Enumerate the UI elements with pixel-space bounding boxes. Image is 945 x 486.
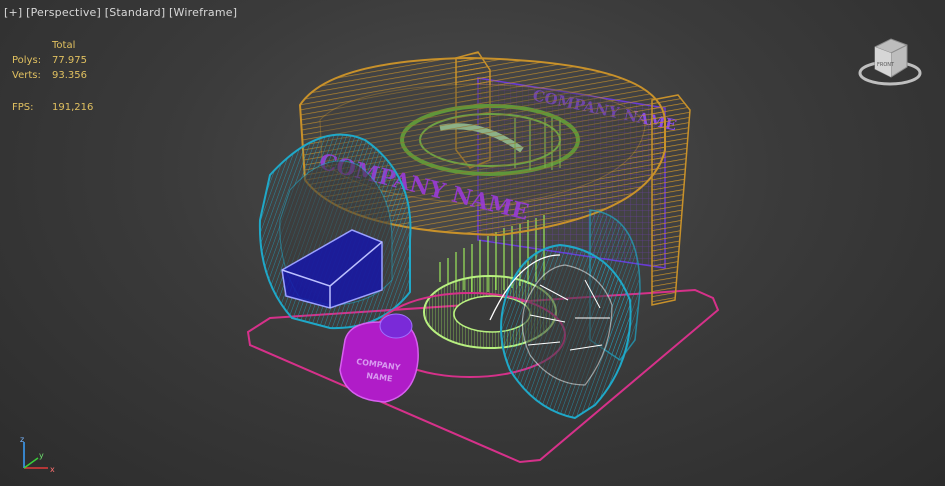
axis-x-label: x xyxy=(50,465,55,474)
viewcube-navigation[interactable]: FRONT xyxy=(855,35,927,91)
axis-y-label: y xyxy=(39,451,44,460)
axis-z-label: z xyxy=(20,435,24,444)
3d-viewport[interactable]: [+] [Perspective] [Standard] [Wireframe]… xyxy=(0,0,945,486)
axis-tripod: z x y xyxy=(20,435,55,474)
wireframe-booth-model[interactable]: COMPANY NAME COMPANY NAME xyxy=(0,0,945,486)
viewcube-face-label: FRONT xyxy=(877,62,895,68)
